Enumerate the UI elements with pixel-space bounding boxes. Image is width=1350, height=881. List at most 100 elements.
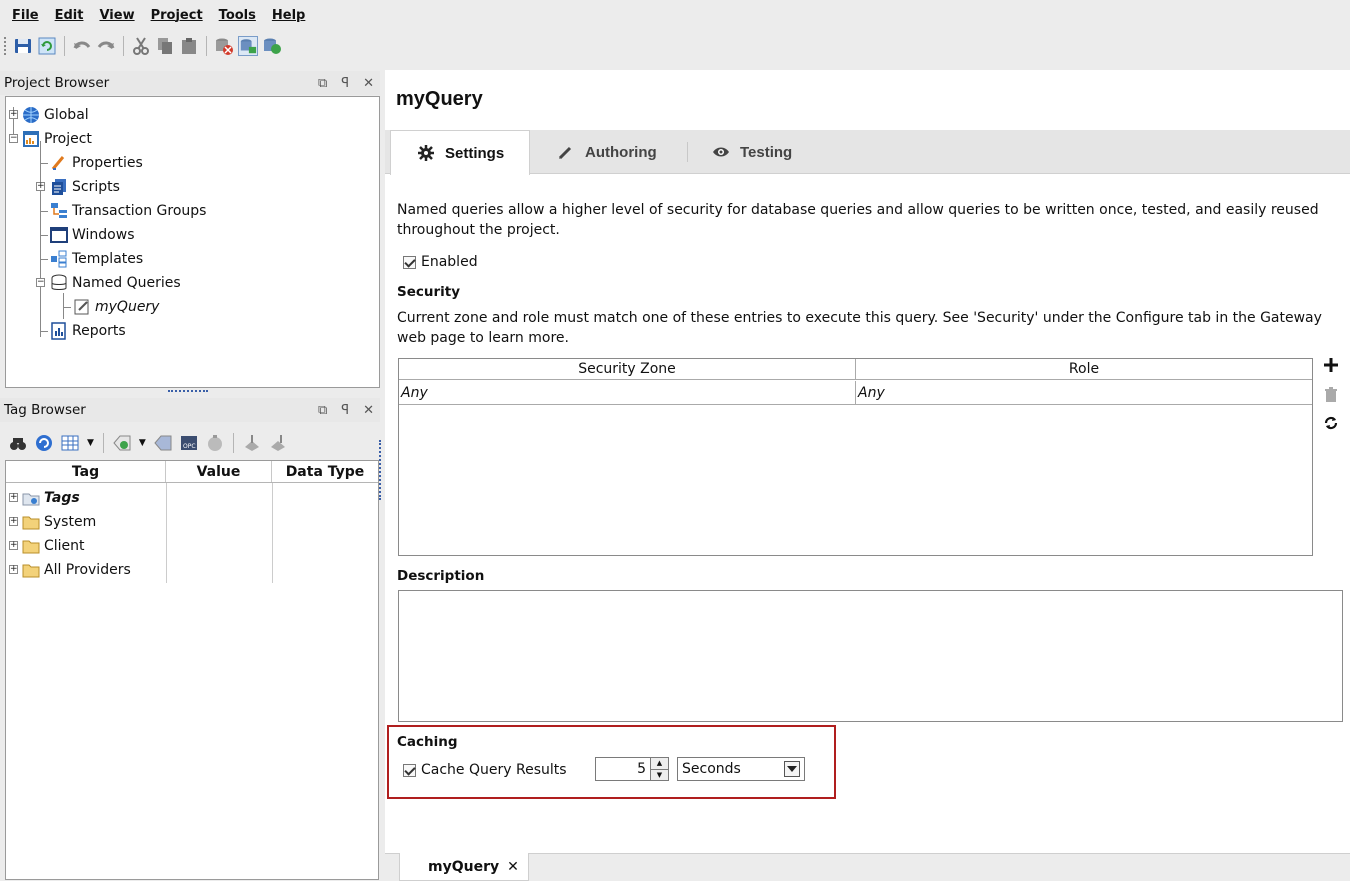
tree-item-named-queries[interactable]: Named Queries: [50, 271, 181, 295]
col-header-role[interactable]: Role: [856, 359, 1312, 379]
cut-icon[interactable]: [131, 36, 151, 56]
tree-item-global[interactable]: Global: [22, 103, 89, 127]
collapse-toggle[interactable]: −: [36, 278, 45, 287]
opc-icon[interactable]: OPC: [179, 433, 199, 453]
close-icon[interactable]: ✕: [363, 403, 374, 418]
export-icon[interactable]: [268, 433, 288, 453]
spinner-down-icon[interactable]: ▼: [651, 769, 668, 780]
enabled-checkbox-row[interactable]: Enabled: [403, 254, 478, 270]
tag-refresh-icon[interactable]: [34, 433, 54, 453]
copy-icon[interactable]: [155, 36, 175, 56]
menu-project[interactable]: Project: [151, 8, 203, 23]
col-header-security-zone[interactable]: Security Zone: [399, 359, 856, 379]
report-icon: [50, 322, 68, 340]
role-cell[interactable]: Any: [856, 381, 1312, 404]
save-icon[interactable]: [13, 36, 33, 56]
tree-line: [40, 163, 48, 164]
cache-checkbox[interactable]: [403, 763, 416, 777]
globe-icon: [22, 106, 40, 124]
tree-item-myquery[interactable]: myQuery: [73, 295, 159, 319]
refresh-button[interactable]: [1323, 416, 1339, 434]
tree-line: [63, 293, 64, 319]
cache-unit-select[interactable]: Seconds: [677, 757, 805, 781]
tag-browser-title: Tag Browser: [4, 402, 86, 418]
menu-file[interactable]: File: [12, 8, 39, 23]
tab-authoring[interactable]: Authoring: [557, 130, 657, 174]
expand-toggle[interactable]: +: [36, 182, 45, 191]
enabled-label: Enabled: [421, 254, 478, 270]
grid-dropdown-arrow[interactable]: ▼: [87, 438, 94, 448]
binoculars-icon[interactable]: [8, 433, 28, 453]
redo-icon[interactable]: [96, 36, 116, 56]
tag-item-tags[interactable]: Tags: [22, 486, 80, 510]
tree-item-properties[interactable]: Properties: [50, 151, 143, 175]
menu-edit[interactable]: Edit: [55, 8, 84, 23]
grid-icon[interactable]: [60, 433, 80, 453]
folder-icon: [22, 537, 40, 555]
collapse-toggle[interactable]: −: [9, 134, 18, 143]
tree-item-windows[interactable]: Windows: [50, 223, 135, 247]
refresh-icon[interactable]: [37, 36, 57, 56]
timer-icon[interactable]: [205, 433, 225, 453]
pin-icon[interactable]: ꟼ: [341, 76, 349, 91]
description-textarea[interactable]: [398, 590, 1343, 722]
tag-item-all-providers[interactable]: All Providers: [22, 558, 131, 582]
toolbar-grip[interactable]: [4, 37, 7, 55]
expand-toggle[interactable]: +: [9, 110, 18, 119]
col-header-data-type[interactable]: Data Type: [272, 461, 378, 482]
add-tag-icon[interactable]: [112, 433, 132, 453]
tab-divider: [687, 142, 688, 162]
vertical-splitter[interactable]: [379, 440, 383, 500]
col-header-value[interactable]: Value: [166, 461, 272, 482]
eye-icon: [712, 143, 730, 161]
paste-icon[interactable]: [179, 36, 199, 56]
table-row[interactable]: Any Any: [399, 381, 1312, 405]
description-heading: Description: [397, 568, 485, 584]
db-sync-icon[interactable]: [262, 36, 282, 56]
float-icon[interactable]: ⧉: [318, 403, 327, 418]
cache-checkbox-row[interactable]: Cache Query Results: [403, 762, 567, 778]
close-icon[interactable]: ✕: [507, 859, 519, 875]
cache-duration-value[interactable]: 5: [596, 758, 650, 780]
security-zone-cell[interactable]: Any: [399, 381, 856, 404]
tree-item-reports[interactable]: Reports: [50, 319, 126, 343]
db-disconnect-icon[interactable]: [214, 36, 234, 56]
float-icon[interactable]: ⧉: [318, 76, 327, 91]
tag-item-client[interactable]: Client: [22, 534, 85, 558]
tree-item-project[interactable]: Project: [22, 127, 92, 151]
menu-tools[interactable]: Tools: [219, 8, 256, 23]
expand-toggle[interactable]: +: [9, 493, 18, 502]
import-icon[interactable]: [242, 433, 262, 453]
tree-item-transaction-groups[interactable]: Transaction Groups: [50, 199, 206, 223]
expand-toggle[interactable]: +: [9, 541, 18, 550]
menu-help[interactable]: Help: [272, 8, 305, 23]
tab-settings[interactable]: Settings: [390, 130, 530, 175]
delete-button[interactable]: [1323, 387, 1339, 406]
db-connect-icon[interactable]: [238, 36, 258, 56]
add-tag-dropdown-arrow[interactable]: ▼: [139, 438, 146, 448]
transaction-groups-icon: [50, 202, 68, 220]
doc-tab-myquery[interactable]: myQuery ✕: [399, 853, 529, 881]
pin-icon[interactable]: ꟼ: [341, 403, 349, 418]
panel-splitter[interactable]: [168, 390, 208, 396]
tree-line: [40, 141, 41, 337]
toolbar-separator: [102, 433, 104, 453]
undo-icon[interactable]: [72, 36, 92, 56]
chevron-down-icon[interactable]: [784, 761, 800, 777]
add-button[interactable]: [1323, 358, 1339, 376]
svg-text:OPC: OPC: [183, 443, 196, 450]
expand-toggle[interactable]: +: [9, 517, 18, 526]
toolbar-separator: [232, 433, 234, 453]
menu-view[interactable]: View: [99, 8, 134, 23]
edit-tag-icon[interactable]: [153, 433, 173, 453]
cache-duration-spinner[interactable]: 5 ▲ ▼: [595, 757, 669, 781]
spinner-up-icon[interactable]: ▲: [651, 758, 668, 770]
tab-testing[interactable]: Testing: [712, 130, 792, 174]
col-header-tag[interactable]: Tag: [6, 461, 166, 482]
tree-item-templates[interactable]: Templates: [50, 247, 143, 271]
tag-item-system[interactable]: System: [22, 510, 96, 534]
enabled-checkbox[interactable]: [403, 255, 416, 269]
expand-toggle[interactable]: +: [9, 565, 18, 574]
tree-item-scripts[interactable]: Scripts: [50, 175, 120, 199]
close-icon[interactable]: ✕: [363, 76, 374, 91]
